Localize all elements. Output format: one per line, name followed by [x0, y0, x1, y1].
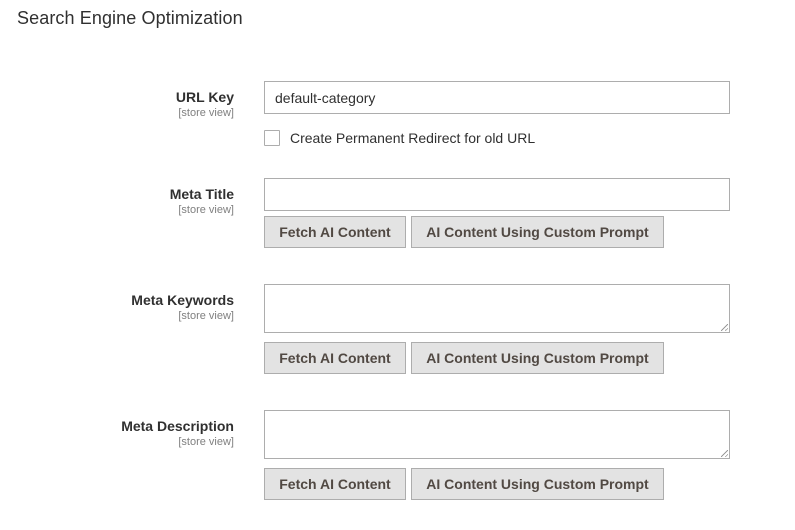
url-key-label-group: URL Key [store view]	[176, 89, 234, 120]
permanent-redirect-checkbox[interactable]	[264, 130, 280, 146]
section-title: Search Engine Optimization	[17, 8, 243, 28]
meta-description-label-group: Meta Description [store view]	[121, 418, 234, 449]
meta-title-label-group: Meta Title [store view]	[170, 186, 234, 217]
url-key-input[interactable]	[264, 81, 730, 114]
meta-description-resize-handle[interactable]	[721, 450, 728, 457]
url-key-scope: [store view]	[178, 107, 234, 119]
meta-title-label: Meta Title	[169, 186, 234, 202]
meta-keywords-textarea[interactable]	[264, 284, 730, 333]
meta-description-textarea[interactable]	[264, 410, 730, 459]
meta-description-label: Meta Description	[121, 418, 234, 434]
meta-keywords-scope: [store view]	[178, 310, 234, 322]
meta-keywords-fetch-ai-button[interactable]: Fetch AI Content	[264, 342, 406, 374]
meta-keywords-label: Meta Keywords	[131, 292, 234, 308]
meta-title-custom-prompt-button[interactable]: AI Content Using Custom Prompt	[411, 216, 664, 248]
meta-keywords-custom-prompt-button[interactable]: AI Content Using Custom Prompt	[411, 342, 664, 374]
meta-keywords-label-group: Meta Keywords [store view]	[131, 292, 234, 323]
meta-description-fetch-ai-button[interactable]: Fetch AI Content	[264, 468, 406, 500]
url-key-label: URL Key	[175, 89, 234, 105]
meta-description-custom-prompt-button[interactable]: AI Content Using Custom Prompt	[411, 468, 664, 500]
meta-title-fetch-ai-button[interactable]: Fetch AI Content	[264, 216, 406, 248]
meta-description-scope: [store view]	[178, 436, 234, 448]
meta-keywords-resize-handle[interactable]	[721, 324, 728, 331]
meta-title-scope: [store view]	[178, 204, 234, 216]
meta-title-input[interactable]	[264, 178, 730, 211]
permanent-redirect-label[interactable]: Create Permanent Redirect for old URL	[290, 130, 535, 146]
